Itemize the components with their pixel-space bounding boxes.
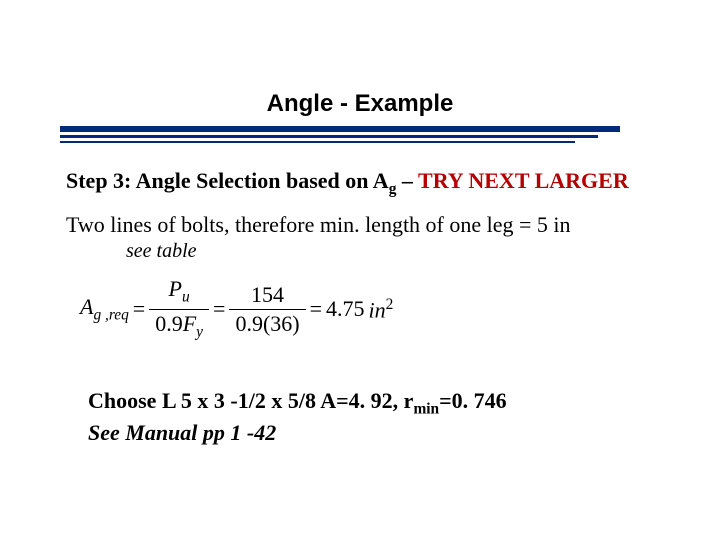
frac1-den-F: F bbox=[183, 311, 196, 336]
frac1-den-09: 0.9 bbox=[155, 311, 183, 336]
choose-line2: See Manual pp 1 -42 bbox=[88, 419, 666, 447]
rule-mid bbox=[60, 135, 598, 138]
choose-line1-a: Choose L 5 x 3 -1/2 x 5/8 A=4. 92, r bbox=[88, 388, 413, 413]
formula-frac1: Pu 0.9Fy bbox=[149, 277, 209, 341]
two-lines-note: Two lines of bolts, therefore min. lengt… bbox=[66, 212, 666, 238]
rule-thick bbox=[60, 126, 620, 132]
see-table-note: see table bbox=[126, 240, 666, 263]
title-underline bbox=[60, 126, 620, 143]
frac1-num-sub: u bbox=[182, 289, 190, 306]
choose-line1-sub: min bbox=[413, 400, 439, 417]
formula-frac2: 154 0.9(36) bbox=[229, 283, 305, 336]
formula-lhs-A: A bbox=[80, 294, 93, 319]
rule-thin bbox=[60, 141, 575, 143]
choose-line1-b: =0. 746 bbox=[439, 388, 507, 413]
frac1-num-P: P bbox=[169, 276, 182, 301]
step-prefix: Step 3: Angle Selection based on A bbox=[66, 168, 389, 193]
formula-rhs-val: 4.75 bbox=[326, 296, 365, 322]
formula-lhs: Ag ,req bbox=[80, 294, 129, 324]
step-dash: – bbox=[402, 168, 418, 193]
frac1-den-sub: y bbox=[196, 323, 203, 340]
choose-line1: Choose L 5 x 3 -1/2 x 5/8 A=4. 92, rmin=… bbox=[88, 387, 666, 419]
formula-eq1: = bbox=[133, 296, 145, 322]
formula-eq2: = bbox=[213, 296, 225, 322]
formula: Ag ,req = Pu 0.9Fy = 154 0.9(36) = bbox=[78, 277, 666, 341]
frac2-num: 154 bbox=[229, 283, 305, 310]
formula-rhs-sup: 2 bbox=[386, 296, 394, 313]
step-try-larger: TRY NEXT LARGER bbox=[418, 168, 629, 193]
formula-eq3: = bbox=[310, 296, 322, 322]
frac2-den: 0.9(36) bbox=[229, 310, 305, 336]
formula-rhs-unit: in bbox=[369, 297, 386, 322]
choose-block: Choose L 5 x 3 -1/2 x 5/8 A=4. 92, rmin=… bbox=[88, 387, 666, 446]
step-sub-g: g bbox=[389, 180, 397, 197]
formula-lhs-sub: g ,req bbox=[93, 306, 128, 323]
step-heading: Step 3: Angle Selection based on Ag – TR… bbox=[66, 168, 666, 198]
page-title: Angle - Example bbox=[0, 90, 720, 118]
